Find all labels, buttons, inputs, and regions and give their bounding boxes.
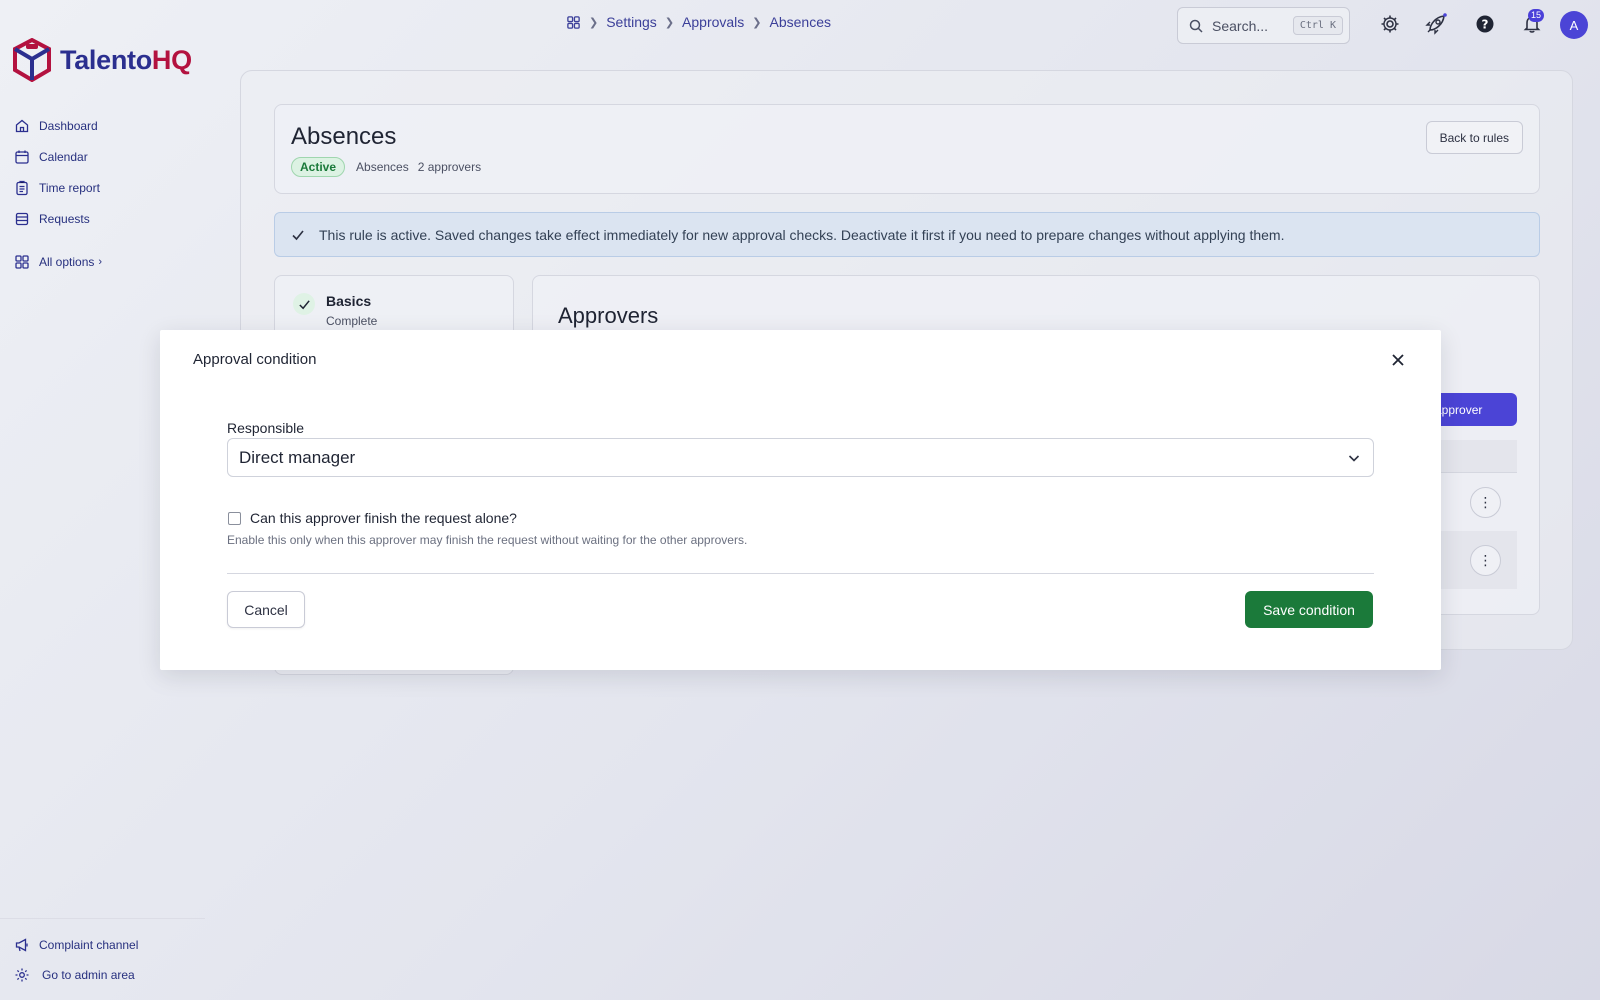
breadcrumb: ❯ Settings ❯ Approvals ❯ Absences (566, 14, 831, 30)
app-name: TalentoHQ (60, 44, 192, 75)
chevron-right-icon: ❯ (589, 16, 599, 29)
settings-button[interactable] (1378, 12, 1402, 36)
status-badge: Active (291, 157, 346, 177)
sidebar-item-calendar[interactable]: Calendar (14, 141, 102, 172)
help-icon: ? (1476, 15, 1494, 33)
rule-type: Absences (356, 160, 409, 174)
rocket-icon (1425, 13, 1447, 35)
finish-alone-checkbox[interactable] (228, 512, 241, 525)
breadcrumb-approvals[interactable]: Approvals (682, 14, 744, 30)
chevron-right-icon: ❯ (752, 16, 762, 29)
sidebar-item-label: Requests (39, 211, 90, 226)
help-button[interactable]: ? (1473, 12, 1497, 36)
sidebar-item-label: All options (39, 254, 95, 269)
cancel-button[interactable]: Cancel (227, 591, 305, 628)
sidebar-item-all-options[interactable]: All options › (14, 246, 102, 277)
step-complete-indicator (293, 293, 315, 315)
clipboard-icon (16, 180, 28, 195)
close-button[interactable] (1386, 348, 1410, 372)
svg-text:?: ? (1482, 17, 1489, 31)
rule-meta: Active Absences 2 approvers (291, 157, 481, 177)
responsible-value: Direct manager (239, 447, 356, 467)
sidebar-item-admin-area[interactable]: Go to admin area (14, 960, 138, 990)
finish-alone-label[interactable]: Can this approver finish the request alo… (250, 510, 517, 526)
approvers-count: 2 approvers (417, 160, 482, 174)
sidebar-item-label: Dashboard (39, 118, 98, 133)
sidebar-item-dashboard[interactable]: Dashboard (14, 110, 102, 141)
dialog-divider (227, 573, 1374, 574)
search-icon (1189, 19, 1203, 33)
sidebar-divider (0, 918, 205, 919)
search-shortcut: Ctrl K (1292, 16, 1343, 35)
search-input[interactable]: Search... Ctrl K (1177, 7, 1350, 44)
home-icon (15, 119, 29, 132)
step-basics-status: Complete (326, 314, 378, 328)
responsible-label: Responsible (227, 420, 305, 436)
search-placeholder: Search... (1212, 17, 1269, 34)
dialog-title: Approval condition (193, 351, 317, 368)
chevron-down-icon (1348, 454, 1360, 462)
sidebar-nav: Dashboard Calendar Time report Requests … (14, 110, 102, 277)
sidebar-item-time-report[interactable]: Time report (14, 172, 102, 203)
rule-header: Absences Active Absences 2 approvers Bac… (274, 104, 1540, 194)
sidebar-item-label: Time report (39, 180, 100, 195)
kebab-icon: ⋮ (1478, 494, 1493, 510)
save-condition-button[interactable]: Save condition (1245, 591, 1373, 628)
info-alert: This rule is active. Saved changes take … (274, 212, 1540, 257)
sidebar-item-label: Go to admin area (42, 968, 135, 982)
whats-new-button[interactable] (1424, 12, 1448, 36)
gear-icon (15, 968, 29, 982)
finish-alone-hint: Enable this only when this approver may … (227, 533, 748, 547)
close-icon (1392, 354, 1404, 366)
sidebar-item-requests[interactable]: Requests (14, 203, 102, 234)
sidebar-footer: Complaint channel Go to admin area (14, 930, 138, 990)
approval-condition-dialog: Approval condition Responsible Direct ma… (160, 330, 1441, 670)
responsible-select[interactable]: Direct manager (227, 438, 1374, 477)
kebab-icon: ⋮ (1478, 552, 1493, 568)
cube-logo-icon (13, 38, 51, 82)
back-to-rules-button[interactable]: Back to rules (1425, 121, 1523, 154)
app-logo[interactable]: TalentoHQ (12, 38, 192, 82)
calendar-icon (15, 150, 29, 164)
apps-grid-icon[interactable] (566, 15, 581, 30)
sidebar-item-label: Complaint channel (39, 938, 139, 952)
check-icon (292, 229, 304, 240)
sidebar-item-label: Calendar (39, 149, 88, 164)
row-actions-button[interactable]: ⋮ (1470, 487, 1501, 518)
chevron-right-icon: › (98, 255, 103, 268)
check-icon (298, 299, 310, 309)
megaphone-icon (15, 938, 28, 952)
step-basics-title[interactable]: Basics (326, 293, 371, 309)
gear-icon (1381, 15, 1399, 33)
approvers-title: Approvers (558, 303, 659, 328)
chevron-right-icon: ❯ (664, 16, 675, 29)
breadcrumb-absences[interactable]: Absences (770, 14, 831, 30)
row-actions-button[interactable]: ⋮ (1470, 545, 1501, 576)
grid-icon (15, 254, 29, 269)
sidebar-item-complaint-channel[interactable]: Complaint channel (14, 930, 138, 960)
alert-text: This rule is active. Saved changes take … (319, 226, 1285, 243)
avatar[interactable]: A (1560, 11, 1588, 39)
breadcrumb-settings[interactable]: Settings (606, 14, 657, 30)
notification-count-badge: 15 (1528, 9, 1545, 22)
page-title: Absences (291, 123, 397, 150)
list-icon (15, 212, 29, 225)
